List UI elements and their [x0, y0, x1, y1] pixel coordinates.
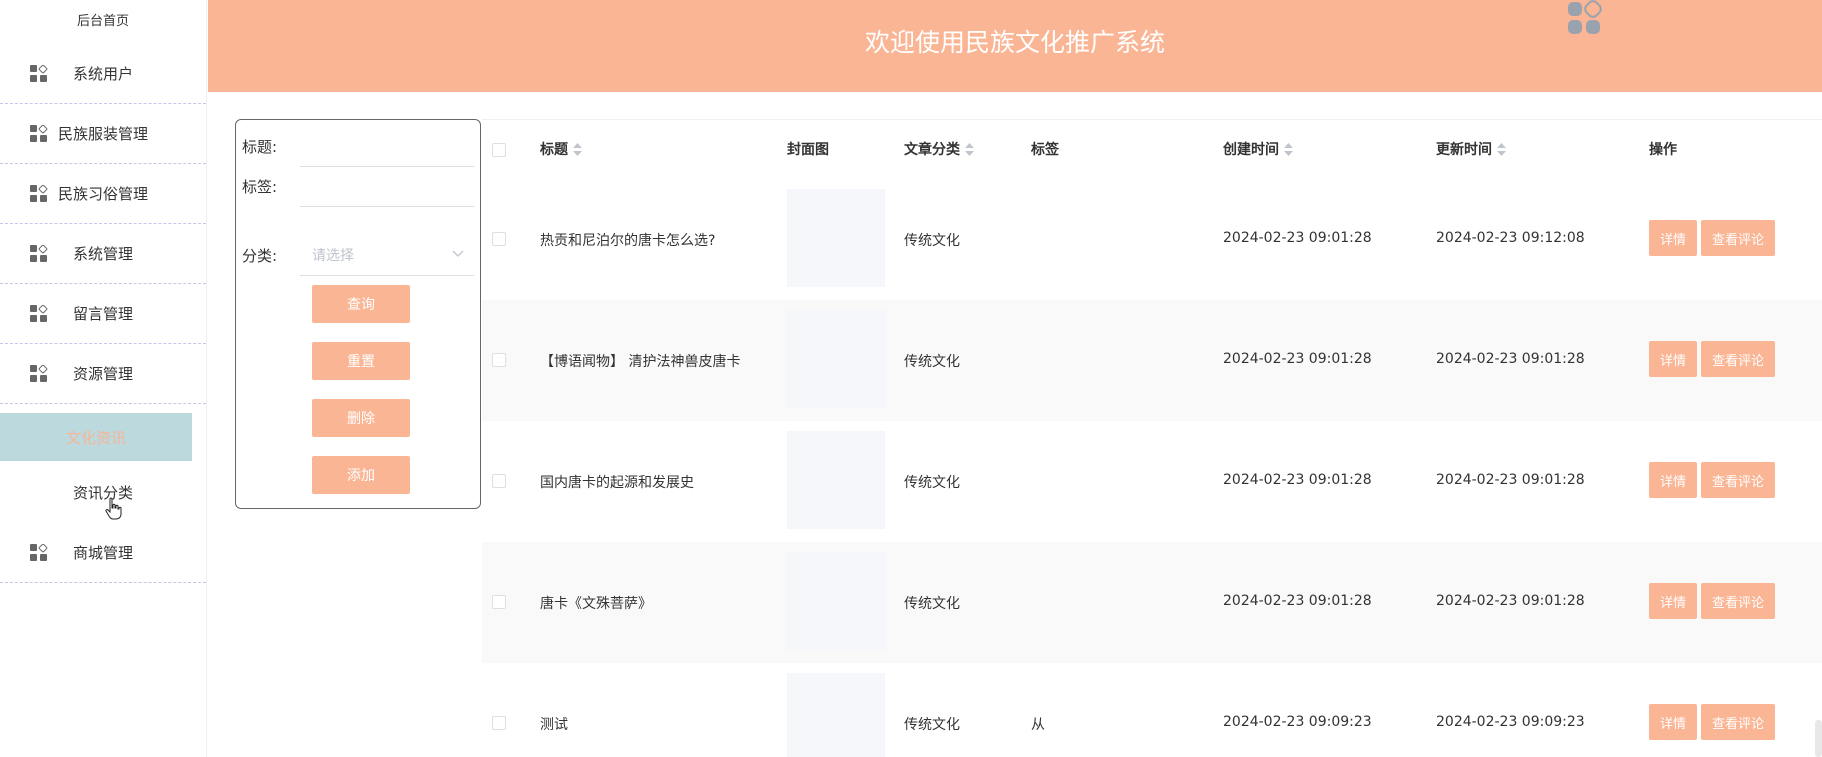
col-tag: 标签: [1031, 142, 1059, 158]
hand-cursor-icon: [105, 497, 122, 520]
row-created: 2024-02-23 09:01:28: [1223, 351, 1372, 367]
row-title: 热贡和尼泊尔的唐卡怎么选?: [540, 233, 716, 249]
row-category: 传统文化: [904, 475, 960, 491]
col-updated[interactable]: 更新时间: [1436, 120, 1506, 180]
detail-button[interactable]: 详情: [1649, 704, 1697, 740]
detail-button[interactable]: 详情: [1649, 583, 1697, 619]
detail-button[interactable]: 详情: [1649, 220, 1697, 256]
col-actions: 操作: [1649, 142, 1677, 158]
sidebar-item-shop[interactable]: 商城管理: [0, 523, 206, 583]
row-created: 2024-02-23 09:01:28: [1223, 230, 1372, 246]
row-checkbox[interactable]: [492, 595, 506, 609]
sort-icon[interactable]: [1284, 142, 1293, 156]
sidebar-item-custom[interactable]: 民族习俗管理: [0, 164, 206, 224]
tag-label: 标签:: [242, 178, 278, 196]
title-label: 标题:: [242, 138, 278, 156]
col-cover: 封面图: [787, 142, 829, 158]
col-category-label: 文章分类: [904, 142, 960, 158]
col-created-label: 创建时间: [1223, 142, 1279, 158]
row-updated: 2024-02-23 09:01:28: [1436, 351, 1585, 367]
tag-input[interactable]: [300, 206, 474, 207]
reset-button[interactable]: 重置: [312, 342, 410, 380]
grid-icon: [30, 304, 48, 322]
grid-icon: [30, 124, 48, 142]
scrollbar[interactable]: [1815, 720, 1822, 757]
add-button[interactable]: 添加: [312, 456, 410, 494]
sidebar-item-system[interactable]: 系统管理: [0, 224, 206, 284]
row-title: 唐卡《文殊菩萨》: [540, 596, 652, 612]
row-category: 传统文化: [904, 233, 960, 249]
row-updated: 2024-02-23 09:12:08: [1436, 230, 1585, 246]
top-header: 欢迎使用民族文化推广系统: [208, 0, 1822, 92]
col-title-label: 标题: [540, 142, 568, 158]
table-row: 【博语闻物】 清护法神兽皮唐卡 传统文化 2024-02-23 09:01:28…: [482, 300, 1822, 421]
table-row: 唐卡《文殊菩萨》 传统文化 2024-02-23 09:01:28 2024-0…: [482, 542, 1822, 663]
sidebar-item-costume[interactable]: 民族服装管理: [0, 104, 206, 164]
detail-button[interactable]: 详情: [1649, 462, 1697, 498]
table-header: 标题 封面图 文章分类 标签 创建时间 更新时间 操作: [482, 119, 1822, 179]
sidebar-subitem-news-category[interactable]: 资讯分类: [0, 461, 206, 523]
view-comments-button[interactable]: 查看评论: [1701, 341, 1775, 377]
sort-icon[interactable]: [965, 142, 974, 156]
cover-image: [787, 673, 885, 757]
sidebar-item-culture-news[interactable]: 文化资讯: [0, 413, 192, 461]
sort-icon[interactable]: [1497, 142, 1506, 156]
category-select[interactable]: 请选择: [312, 245, 354, 265]
cover-image: [787, 431, 885, 529]
row-created: 2024-02-23 09:01:28: [1223, 472, 1372, 488]
row-checkbox[interactable]: [492, 474, 506, 488]
cover-image: [787, 310, 885, 408]
row-created: 2024-02-23 09:01:28: [1223, 593, 1372, 609]
logo-icon: [1568, 0, 1602, 34]
table-row: 测试 传统文化 从 2024-02-23 09:09:23 2024-02-23…: [482, 663, 1822, 757]
col-created[interactable]: 创建时间: [1223, 120, 1293, 180]
table-row: 热贡和尼泊尔的唐卡怎么选? 传统文化 2024-02-23 09:01:28 2…: [482, 179, 1822, 300]
row-checkbox[interactable]: [492, 232, 506, 246]
row-updated: 2024-02-23 09:01:28: [1436, 472, 1585, 488]
row-tag: 从: [1031, 717, 1045, 733]
sidebar-item-system-users[interactable]: 系统用户: [0, 44, 206, 104]
grid-icon: [30, 64, 48, 82]
select-all-checkbox[interactable]: [492, 143, 506, 157]
category-label: 分类:: [242, 247, 278, 265]
row-updated: 2024-02-23 09:09:23: [1436, 714, 1585, 730]
sidebar-item-messages[interactable]: 留言管理: [0, 284, 206, 344]
grid-icon: [30, 184, 48, 202]
table-row: 国内唐卡的起源和发展史 传统文化 2024-02-23 09:01:28 202…: [482, 421, 1822, 542]
grid-icon: [30, 244, 48, 262]
row-checkbox[interactable]: [492, 353, 506, 367]
col-title[interactable]: 标题: [540, 120, 582, 180]
view-comments-button[interactable]: 查看评论: [1701, 583, 1775, 619]
row-category: 传统文化: [904, 596, 960, 612]
sidebar-home[interactable]: 后台首页: [0, 0, 206, 44]
row-category: 传统文化: [904, 354, 960, 370]
sort-icon[interactable]: [573, 142, 582, 156]
row-title: 国内唐卡的起源和发展史: [540, 475, 694, 491]
view-comments-button[interactable]: 查看评论: [1701, 704, 1775, 740]
row-created: 2024-02-23 09:09:23: [1223, 714, 1372, 730]
row-updated: 2024-02-23 09:01:28: [1436, 593, 1585, 609]
col-category[interactable]: 文章分类: [904, 120, 974, 180]
row-title: 【博语闻物】 清护法神兽皮唐卡: [540, 354, 741, 370]
col-updated-label: 更新时间: [1436, 142, 1492, 158]
grid-icon: [30, 543, 48, 561]
cover-image: [787, 552, 885, 650]
grid-icon: [30, 364, 48, 382]
row-category: 传统文化: [904, 717, 960, 733]
cover-image: [787, 189, 885, 287]
title-input[interactable]: [300, 166, 474, 167]
category-underline: [300, 275, 474, 276]
view-comments-button[interactable]: 查看评论: [1701, 220, 1775, 256]
filter-panel: 标题: 标签: 分类: 请选择 查询 重置 删除 添加: [235, 119, 481, 509]
articles-table: 标题 封面图 文章分类 标签 创建时间 更新时间 操作 热贡和尼泊尔的唐卡怎么选…: [482, 119, 1822, 757]
view-comments-button[interactable]: 查看评论: [1701, 462, 1775, 498]
detail-button[interactable]: 详情: [1649, 341, 1697, 377]
sidebar-item-resources[interactable]: 资源管理: [0, 344, 206, 404]
sidebar: 后台首页 系统用户 民族服装管理 民族习俗管理 系统管理 留言管理 资源管理 文…: [0, 0, 207, 757]
row-title: 测试: [540, 717, 568, 733]
row-checkbox[interactable]: [492, 716, 506, 730]
delete-button[interactable]: 删除: [312, 399, 410, 437]
query-button[interactable]: 查询: [312, 285, 410, 323]
chevron-down-icon: [452, 250, 464, 257]
